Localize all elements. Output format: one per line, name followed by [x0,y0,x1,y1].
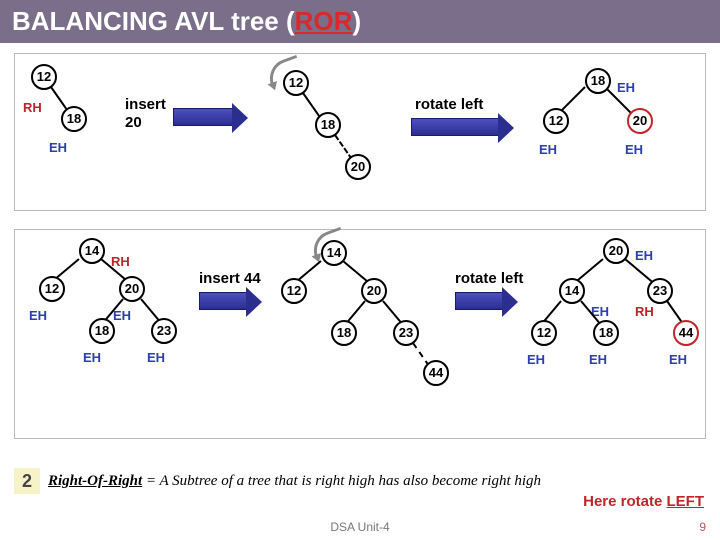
lbl-eh-top2: EH [635,248,653,263]
arrow-2 [411,118,499,136]
rotate-pre: Here rotate [583,493,666,510]
case-note: Right-Of-Right = A Subtree of a tree tha… [48,473,541,490]
node-23c: 23 [647,278,673,304]
insert-label-1: insert [125,96,166,113]
lbl-rh-23: RH [635,304,654,319]
node-12: 12 [31,64,57,90]
lbl-eh-12c: EH [527,352,545,367]
title-ror: ROR [295,6,353,36]
label-eh-top: EH [617,80,635,95]
node-44b: 44 [423,360,449,386]
lbl-eh-18c: EH [589,352,607,367]
insert-value-1: 20 [125,114,142,131]
node-12c: 12 [543,108,569,134]
node-18b2: 18 [331,320,357,346]
title-post: ) [352,6,361,36]
footer-text: DSA Unit-4 [0,520,720,534]
lbl-eh-a1: EH [29,308,47,323]
lbl-eh-a4: EH [147,350,165,365]
lbl-eh-a3: EH [83,350,101,365]
slide-title: BALANCING AVL tree (ROR) [0,0,720,43]
node-18c2: 18 [593,320,619,346]
arrow-3 [199,292,247,310]
node-20b: 20 [345,154,371,180]
node-20c: 20 [627,108,653,134]
node-18a: 18 [89,318,115,344]
label-rh: RH [23,100,42,115]
node-18b: 18 [315,112,341,138]
node-12b2: 12 [281,278,307,304]
label-eh: EH [49,140,67,155]
node-12a: 12 [39,276,65,302]
note-underline: Right-Of-Right [48,473,142,489]
node-23a: 23 [151,318,177,344]
lbl-eh-44c: EH [669,352,687,367]
lbl-eh-a2: EH [113,308,131,323]
node-44c: 44 [673,320,699,346]
note-rest: = A Subtree of a tree that is right high… [142,473,541,489]
arrow-1 [173,108,233,126]
node-12b: 12 [283,70,309,96]
title-pre: BALANCING AVL tree ( [12,6,295,36]
arrow-4 [455,292,503,310]
rotate-label-1: rotate left [415,96,483,113]
node-23b2: 23 [393,320,419,346]
lbl-rh-a: RH [111,254,130,269]
rotate-instruction: Here rotate LEFT [583,493,704,510]
label-eh-r: EH [625,142,643,157]
slide-number: 9 [699,520,706,534]
insert-label-2: insert 44 [199,270,261,287]
example-panel-2: 14 RH 12 20 EH EH 18 23 EH EH insert 44 … [14,229,706,439]
case-number: 2 [14,468,40,494]
rotate-word: LEFT [667,493,705,510]
rotate-label-2: rotate left [455,270,523,287]
node-12c2: 12 [531,320,557,346]
example-panel-1: 12 RH 18 EH insert 20 12 18 20 rotate le… [14,53,706,211]
node-18: 18 [61,106,87,132]
label-eh-l: EH [539,142,557,157]
